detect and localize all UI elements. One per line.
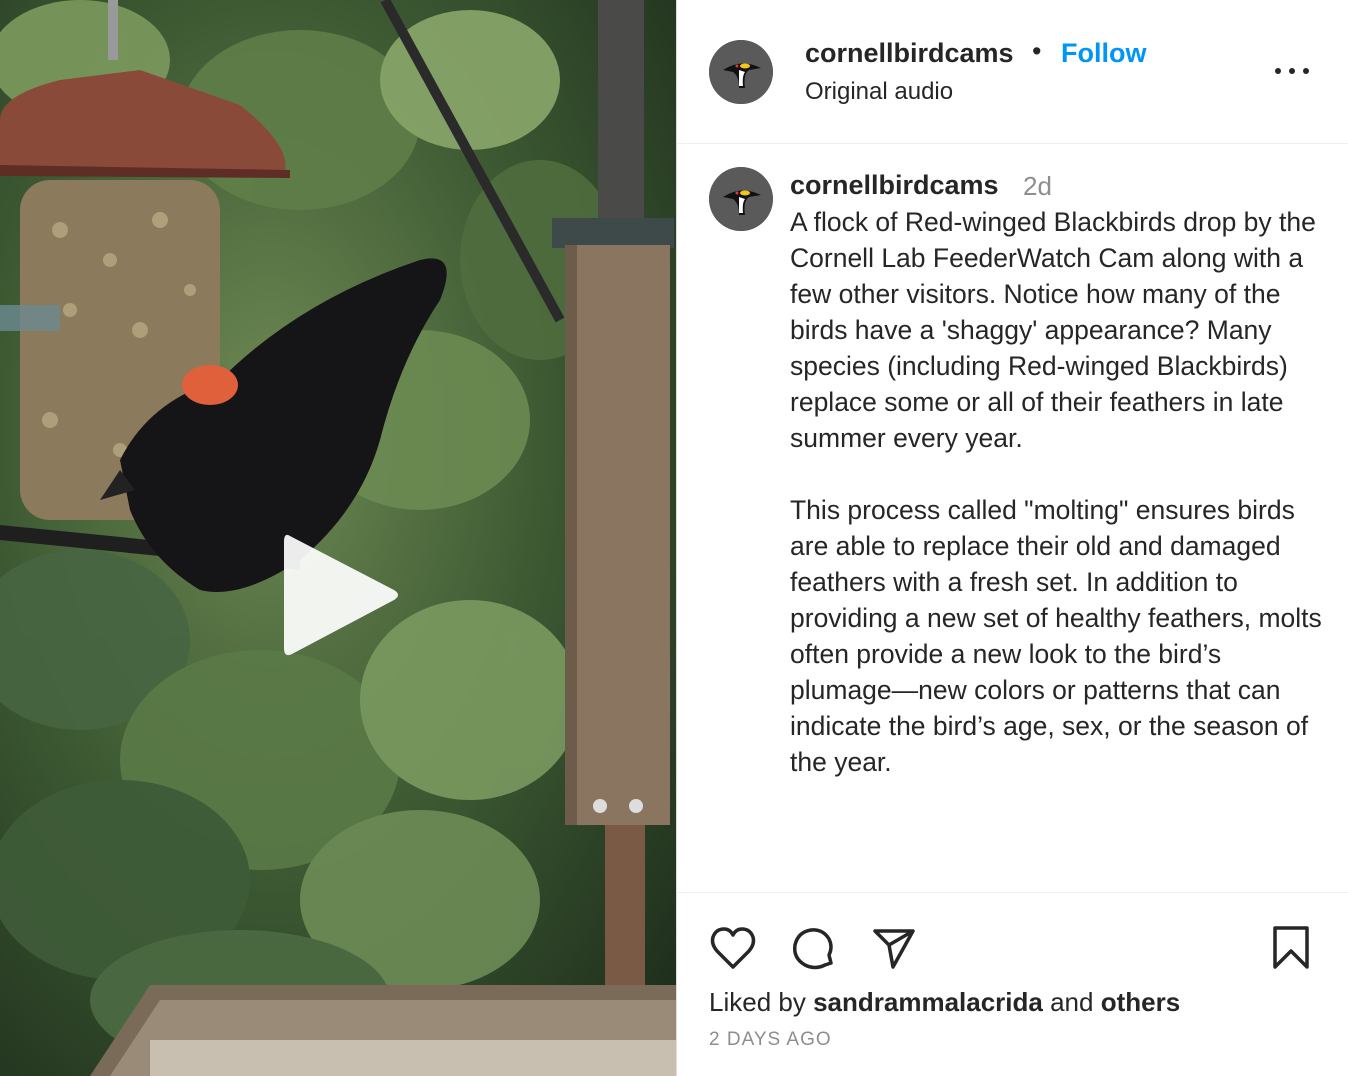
liked-by-prefix: Liked by: [709, 987, 814, 1017]
post-date[interactable]: 2 DAYS AGO: [709, 1029, 832, 1051]
cornell-lab-logo-icon: [709, 40, 773, 104]
like-button[interactable]: [709, 925, 757, 971]
more-options-icon: [1275, 68, 1281, 74]
liked-by-middle: and: [1042, 987, 1101, 1017]
play-icon: [284, 534, 398, 656]
more-options-button[interactable]: [1267, 52, 1317, 88]
cornell-lab-logo-icon: [709, 167, 773, 231]
header-separator: •: [1032, 36, 1042, 66]
liked-by: Liked by sandrammalacrida and others: [709, 987, 1180, 1018]
bookmark-icon: [1273, 926, 1309, 969]
post-details-panel: cornellbirdcams • Follow Original audio …: [676, 0, 1348, 1076]
save-button[interactable]: [1271, 925, 1311, 971]
avatar[interactable]: [709, 40, 773, 104]
post-actions: Liked by sandrammalacrida and others 2 D…: [677, 892, 1348, 1076]
caption-avatar[interactable]: [709, 167, 773, 231]
caption-username[interactable]: cornellbirdcams: [790, 170, 999, 201]
play-button[interactable]: [270, 520, 410, 670]
follow-button[interactable]: Follow: [1061, 38, 1146, 69]
header-username[interactable]: cornellbirdcams: [805, 38, 1014, 69]
more-options-dot: [1303, 68, 1309, 74]
original-audio-link[interactable]: Original audio: [805, 78, 953, 106]
share-icon: [873, 929, 915, 969]
caption-paragraph: A flock of Red-winged Blackbirds drop by…: [790, 207, 1316, 453]
liked-by-others[interactable]: others: [1101, 987, 1180, 1017]
caption-paragraph: This process called "molting" ensures bi…: [790, 495, 1322, 777]
caption-timestamp[interactable]: 2d: [1023, 171, 1052, 202]
post-header: cornellbirdcams • Follow Original audio: [677, 0, 1348, 144]
post-video[interactable]: [0, 0, 676, 1076]
liked-by-user[interactable]: sandrammalacrida: [813, 987, 1043, 1017]
comment-button[interactable]: [789, 925, 837, 973]
comment-icon: [792, 928, 833, 970]
heart-icon: [710, 927, 756, 969]
caption-text: A flock of Red-winged Blackbirds drop by…: [790, 204, 1330, 780]
share-button[interactable]: [871, 925, 917, 971]
more-options-dot: [1289, 68, 1295, 74]
